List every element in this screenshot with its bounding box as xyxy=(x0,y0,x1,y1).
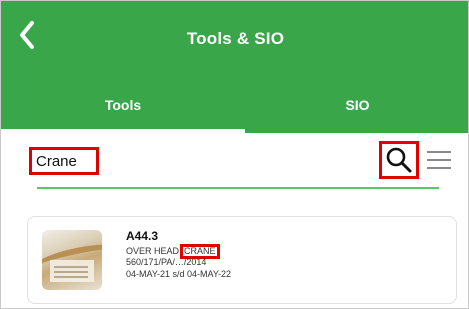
back-button[interactable] xyxy=(13,19,41,51)
app-header: Tools & SIO xyxy=(1,1,468,77)
page-title: Tools & SIO xyxy=(186,29,285,48)
tab-sio[interactable]: SIO xyxy=(245,77,468,133)
item-description-prefix: OVER HEAD xyxy=(126,246,180,256)
search-bar xyxy=(1,133,468,193)
menu-line-icon xyxy=(427,159,451,161)
tab-tools[interactable]: Tools xyxy=(1,77,245,133)
menu-line-icon xyxy=(427,167,451,169)
item-reference: 560/171/PA/…/2014 xyxy=(126,257,207,267)
search-button[interactable] xyxy=(379,141,419,179)
search-underline xyxy=(37,187,439,189)
item-details: A44.3 OVER HEAD CRANE 560/171/PA/…/2014 0… xyxy=(126,229,446,280)
search-icon xyxy=(386,147,412,173)
search-input[interactable] xyxy=(29,147,99,175)
tab-bar: Tools SIO xyxy=(1,77,468,133)
item-thumbnail xyxy=(42,230,102,290)
app-screen: Tools & SIO Tools SIO Crane A44.3 OVER H… xyxy=(0,0,469,309)
menu-line-icon xyxy=(427,151,451,153)
list-item[interactable]: A44.3 OVER HEAD CRANE 560/171/PA/…/2014 0… xyxy=(27,216,457,304)
filter-menu-button[interactable] xyxy=(425,149,453,171)
item-validity: 04-MAY-21 s/d 04-MAY-22 xyxy=(126,269,232,279)
chevron-left-icon xyxy=(20,21,34,49)
item-code: A44.3 xyxy=(126,229,159,243)
item-description: OVER HEAD CRANE xyxy=(126,244,446,259)
